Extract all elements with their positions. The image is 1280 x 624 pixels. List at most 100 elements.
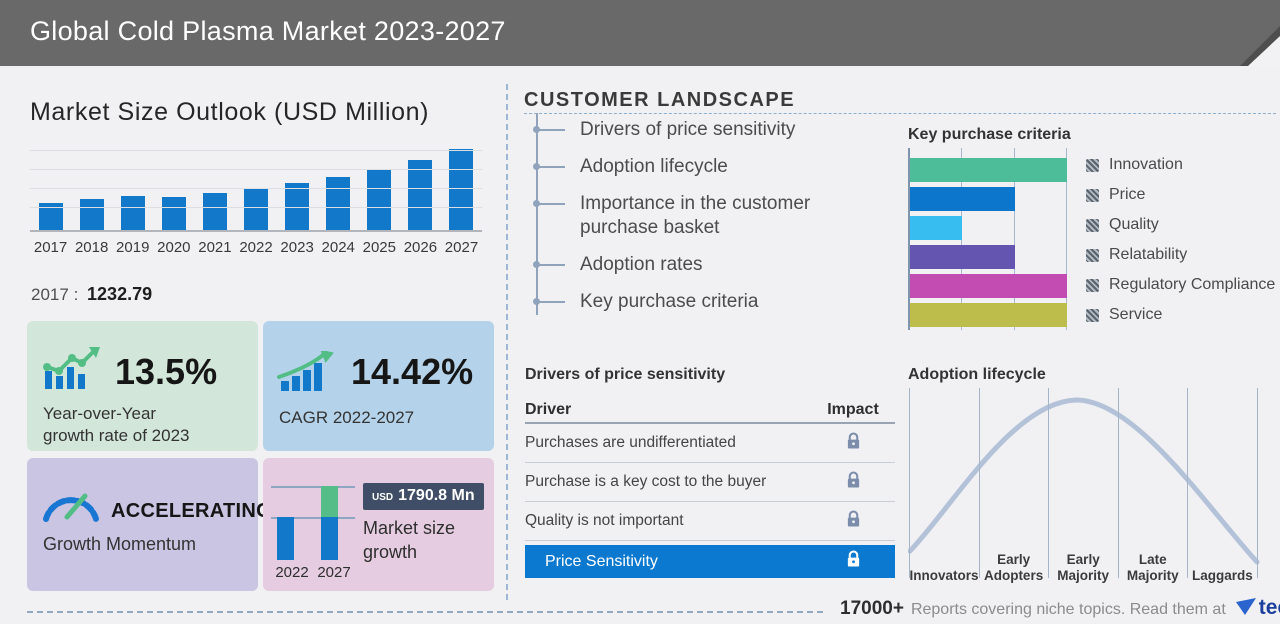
stage-label-late-majority: Late Majority <box>1126 552 1179 583</box>
legend-item: Quality <box>1086 210 1275 240</box>
gauge-icon <box>43 493 99 522</box>
gridline <box>30 150 482 151</box>
hatch-swatch-icon <box>1086 158 1099 172</box>
market-bar-slot <box>153 150 194 230</box>
market-bar-2024 <box>326 177 351 230</box>
yoy-value: 13.5% <box>115 351 218 392</box>
yoy-growth-card: 13.5% Year-over-Year growth rate of 2023 <box>27 321 258 451</box>
customer-landscape-title: CUSTOMER LANDSCAPE <box>524 89 796 111</box>
infographic-root: Global Cold Plasma Market 2023-2027 Mark… <box>0 0 1280 624</box>
legend-item: Relatability <box>1086 240 1275 270</box>
yoy-caption: Year-over-Year growth rate of 2023 <box>43 403 189 447</box>
list-bullet-connector <box>539 264 565 266</box>
market-2017-annotation: 2017 : 1232.79 <box>31 284 152 305</box>
highlight-label: Price Sensitivity <box>545 552 658 570</box>
legend-label: Relatability <box>1109 246 1188 263</box>
hatch-swatch-icon <box>1086 248 1099 262</box>
mini-year-start: 2022 <box>275 564 309 581</box>
landscape-item-label: Drivers of price sensitivity <box>580 119 796 140</box>
market-bar-slot <box>30 150 71 230</box>
technavio-logo[interactable]: technavio™ <box>1235 596 1280 620</box>
price-sensitivity-title: Drivers of price sensitivity <box>525 366 726 383</box>
yoy-caption-line1: Year-over-Year <box>43 404 157 423</box>
badge-value: 1790.8 Mn <box>398 487 475 504</box>
customer-landscape-list: Drivers of price sensitivity Adoption lif… <box>524 113 884 327</box>
market-bar-slot <box>277 150 318 230</box>
growth-momentum-card: ACCELERATING Growth Momentum <box>27 458 272 591</box>
legend-item: Service <box>1086 300 1275 330</box>
growth-caption-line1: Market size <box>363 518 456 538</box>
market-bar-2021 <box>202 193 227 230</box>
market-bar-2019 <box>120 196 145 230</box>
market-bar-label: 2020 <box>157 239 191 256</box>
market-bar-label: 2024 <box>321 239 355 256</box>
price-sensitivity-table: Driver Impact Purchases are undifferenti… <box>525 398 895 578</box>
purchase-criteria-title: Key purchase criteria <box>908 126 1071 143</box>
gridline <box>30 207 482 208</box>
gridline <box>978 388 980 578</box>
market-bar-2022 <box>244 189 269 230</box>
legend-item: Regulatory Compliance <box>1086 270 1275 300</box>
market-size-chart: 2017 2018 2019 2020 2021 2022 2023 2024 2025 2026… <box>30 149 482 256</box>
market-bar-label: 2026 <box>403 239 438 256</box>
page-title: Global Cold Plasma Market 2023-2027 <box>30 16 506 46</box>
mini-chart-years: 2022 2027 <box>271 564 355 581</box>
footer: 17000+ Reports covering niche topics. Re… <box>840 596 1280 620</box>
criteria-bar-price <box>910 187 1015 211</box>
table-row: Purchase is a key cost to the buyer <box>525 463 895 502</box>
market-bar-2025 <box>367 169 392 230</box>
footer-text: Reports covering niche topics. Read them… <box>910 601 1226 618</box>
landscape-list-item: Adoption rates <box>524 253 880 277</box>
criteria-bar-relatability <box>910 245 1015 269</box>
mini-bar-2027-base <box>321 517 338 560</box>
mini-year-end: 2027 <box>317 564 351 581</box>
annotation-value: 1232.79 <box>87 284 153 304</box>
driver-column-header: Driver <box>525 401 572 418</box>
table-rows: Purchases are undifferentiated Purchase i… <box>525 424 895 541</box>
cagr-value: 14.42% <box>351 351 474 392</box>
lock-icon <box>811 509 895 533</box>
page-curl-decoration <box>1240 26 1280 66</box>
bottom-dashed-divider <box>27 611 823 613</box>
landscape-title-underline <box>524 113 1276 114</box>
landscape-list-item: Adoption lifecycle <box>524 155 880 179</box>
hatch-swatch-icon <box>1086 218 1099 232</box>
legend-label: Quality <box>1109 216 1159 233</box>
driver-cell: Purchase is a key cost to the buyer <box>525 473 767 490</box>
legend-label: Service <box>1109 306 1163 323</box>
mini-bar-2027-growth <box>321 486 338 517</box>
impact-column-header: Impact <box>827 401 879 418</box>
purchase-criteria-chart <box>908 148 1068 330</box>
report-count: 17000+ <box>840 598 904 619</box>
growth-caption: Market size growth <box>363 516 455 564</box>
technavio-logo-icon <box>1235 598 1256 615</box>
landscape-item-label: Importance in the customer purchase bask… <box>580 193 811 238</box>
momentum-caption: Growth Momentum <box>43 534 197 554</box>
criteria-bar-innovation <box>910 158 1067 182</box>
market-bar-slot <box>194 150 235 230</box>
driver-cell: Purchases are undifferentiated <box>525 434 736 451</box>
stage-label-laggards: Laggards <box>1192 568 1253 583</box>
market-bar-slot <box>71 150 112 230</box>
gridline <box>1117 388 1119 578</box>
market-bar-label: 2023 <box>280 239 314 256</box>
criteria-bar-quality <box>910 216 962 240</box>
market-size-growth-card: 2022 2027 USD 1790.8 Mn Market size growt… <box>263 458 494 591</box>
gridline <box>1257 388 1258 578</box>
growth-caption-line2: growth <box>363 542 418 562</box>
lock-icon <box>811 431 895 455</box>
market-bar-slot <box>359 150 400 230</box>
bell-curve <box>908 397 1260 565</box>
table-header-row: Driver Impact <box>525 398 895 424</box>
criteria-bar-service <box>910 303 1067 327</box>
legend-item: Price <box>1086 180 1275 210</box>
list-bullet-connector <box>539 166 565 168</box>
market-bar-slot <box>318 150 359 230</box>
adoption-lifecycle-title: Adoption lifecycle <box>908 366 1046 383</box>
brand-tech: tech <box>1258 596 1280 619</box>
growth-value-badge: USD 1790.8 Mn <box>363 483 484 510</box>
lock-icon <box>811 470 895 494</box>
stage-label-early-majority: Early Majority <box>1057 552 1110 583</box>
market-bar-2027 <box>449 149 474 230</box>
market-size-bars <box>30 149 482 232</box>
